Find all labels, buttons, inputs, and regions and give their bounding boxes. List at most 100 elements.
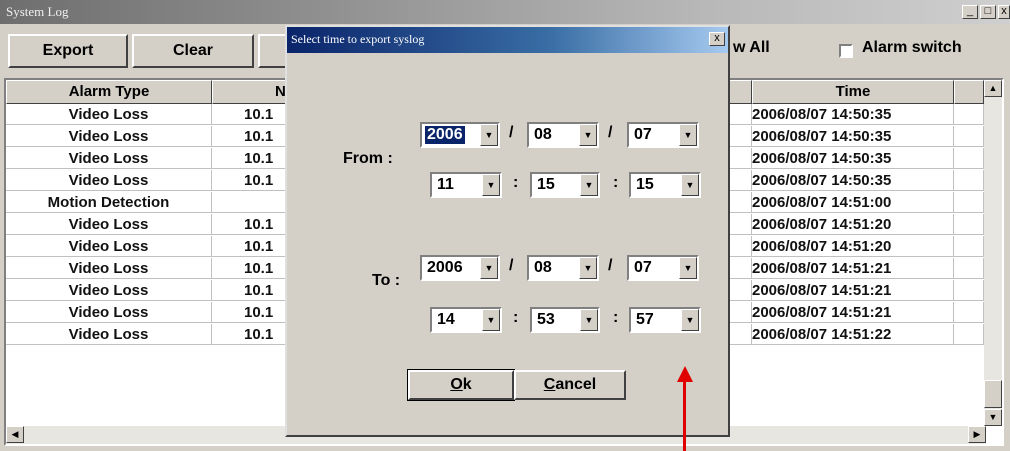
cell-time: 2006/08/07 14:51:20 [752,236,954,257]
chevron-down-icon[interactable]: ▼ [681,309,699,331]
chevron-down-icon[interactable]: ▼ [681,174,699,196]
date-separator: / [509,124,514,141]
cancel-button[interactable]: Cancel [514,370,626,400]
from-day-select[interactable]: 07 ▼ [627,122,699,148]
cell-alarm-type: Motion Detection [6,192,212,213]
from-hour-value: 11 [437,176,454,193]
cell-extra [954,258,984,279]
chevron-down-icon[interactable]: ▼ [579,257,597,279]
time-separator: : [613,309,619,326]
cell-alarm-type: Video Loss [6,214,212,235]
view-all-button[interactable]: w All [733,39,770,57]
cell-alarm-type: Video Loss [6,302,212,323]
cell-extra [954,324,984,345]
ok-button[interactable]: Ok [407,369,515,401]
ok-label: k [462,376,472,393]
cell-extra [954,302,984,323]
to-month-value: 08 [534,259,552,276]
chevron-down-icon[interactable]: ▼ [679,124,697,146]
close-icon[interactable]: x [998,5,1010,19]
column-header-time[interactable]: Time [752,80,954,104]
minimize-icon[interactable]: _ [962,5,978,19]
chevron-down-icon[interactable]: ▼ [580,174,598,196]
vertical-scrollbar[interactable]: ▲ ▼ [984,80,1002,426]
to-day-value: 07 [634,259,652,276]
cell-alarm-type: Video Loss [6,170,212,191]
to-hour-select[interactable]: 14 ▼ [430,307,502,333]
cell-time: 2006/08/07 14:51:00 [752,192,954,213]
cancel-mnemonic: C [543,376,556,393]
window-title-bar: System Log _ □ x [0,0,1010,24]
from-hour-select[interactable]: 11 ▼ [430,172,502,198]
chevron-down-icon[interactable]: ▼ [482,309,500,331]
date-separator: / [608,257,613,274]
cell-time: 2006/08/07 14:50:35 [752,126,954,147]
cell-time: 2006/08/07 14:50:35 [752,170,954,191]
cell-time: 2006/08/07 14:50:35 [752,148,954,169]
cell-extra [954,104,984,125]
cell-time: 2006/08/07 14:51:22 [752,324,954,345]
chevron-down-icon[interactable]: ▼ [482,174,500,196]
cell-alarm-type: Video Loss [6,258,212,279]
cell-alarm-type: Video Loss [6,148,212,169]
cell-alarm-type: Video Loss [6,280,212,301]
to-year-select[interactable]: 2006 ▼ [420,255,500,281]
annotation-arrow-line [683,380,686,451]
to-minute-select[interactable]: 53 ▼ [530,307,600,333]
cell-extra [954,170,984,191]
cell-time: 2006/08/07 14:51:21 [752,302,954,323]
cell-alarm-type: Video Loss [6,104,212,125]
chevron-down-icon[interactable]: ▼ [679,257,697,279]
from-minute-value: 15 [537,176,555,193]
dialog-title: Select time to export syslog [291,32,425,46]
scroll-thumb[interactable] [984,380,1002,408]
dialog-close-icon[interactable]: x [709,32,725,46]
from-minute-select[interactable]: 15 ▼ [530,172,600,198]
scroll-right-icon[interactable]: ▶ [968,426,986,443]
maximize-icon[interactable]: □ [980,5,996,19]
ok-mnemonic: O [450,376,463,393]
cell-time: 2006/08/07 14:51:20 [752,214,954,235]
from-day-value: 07 [634,126,652,143]
alarm-switch-checkbox[interactable] [839,44,853,58]
clear-label: Clear [172,42,214,59]
cancel-label: ancel [555,376,597,393]
cell-alarm-type: Video Loss [6,324,212,345]
export-button[interactable]: Export [8,34,128,68]
dialog-title-bar: Select time to export syslog x [287,27,728,53]
time-separator: : [613,174,619,191]
from-month-select[interactable]: 08 ▼ [527,122,599,148]
alarm-switch-label: Alarm switch [862,39,962,56]
from-label: From : [343,150,393,167]
chevron-down-icon[interactable]: ▼ [480,124,498,146]
column-header-alarm-type[interactable]: Alarm Type [6,80,212,104]
to-month-select[interactable]: 08 ▼ [527,255,599,281]
from-year-select[interactable]: 2006 ▼ [420,122,500,148]
date-separator: / [608,124,613,141]
chevron-down-icon[interactable]: ▼ [580,309,598,331]
cell-extra [954,148,984,169]
chevron-down-icon[interactable]: ▼ [579,124,597,146]
column-header-extra[interactable] [954,80,984,104]
cell-alarm-type: Video Loss [6,126,212,147]
cell-extra [954,126,984,147]
to-second-select[interactable]: 57 ▼ [629,307,701,333]
to-day-select[interactable]: 07 ▼ [627,255,699,281]
cell-time: 2006/08/07 14:50:35 [752,104,954,125]
scroll-left-icon[interactable]: ◀ [6,426,24,443]
scroll-up-icon[interactable]: ▲ [984,80,1002,97]
to-hour-value: 14 [437,311,455,328]
chevron-down-icon[interactable]: ▼ [480,257,498,279]
cell-time: 2006/08/07 14:51:21 [752,258,954,279]
time-separator: : [513,174,519,191]
from-second-value: 15 [636,176,654,193]
time-separator: : [513,309,519,326]
clear-button[interactable]: Clear [132,34,254,68]
cell-extra [954,280,984,301]
cell-extra [954,236,984,257]
cell-extra [954,214,984,235]
scroll-down-icon[interactable]: ▼ [984,409,1002,426]
date-separator: / [509,257,514,274]
from-second-select[interactable]: 15 ▼ [629,172,701,198]
to-minute-value: 53 [537,311,555,328]
